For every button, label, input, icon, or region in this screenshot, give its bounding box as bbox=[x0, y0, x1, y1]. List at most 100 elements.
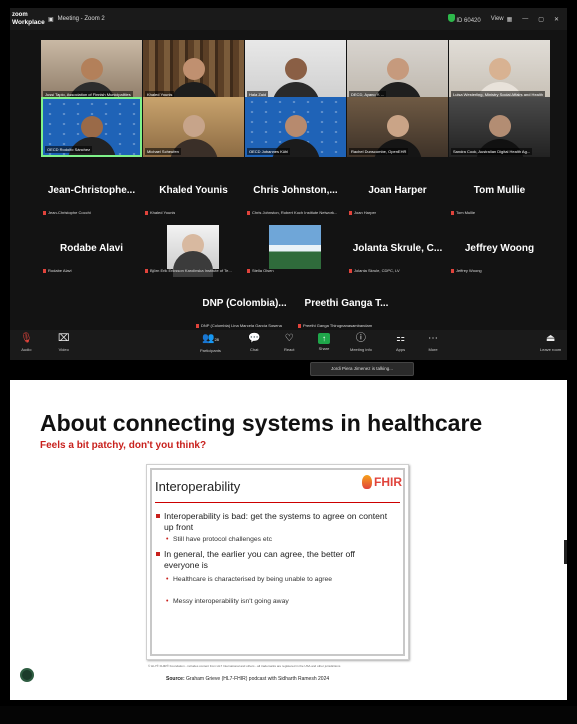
chat-button[interactable]: 💬 Chat bbox=[248, 333, 260, 352]
slide-source: Source: Graham Grieve (HL7-FHIR) podcast… bbox=[166, 676, 329, 682]
shield-icon bbox=[447, 14, 455, 22]
talking-indicator: Jordi Piera Jimenez is talking... bbox=[310, 362, 414, 376]
scrollbar[interactable] bbox=[564, 540, 567, 564]
logo-line-2: Workplace bbox=[12, 19, 45, 26]
share-button[interactable]: ↑ Share bbox=[318, 333, 330, 351]
participant-tile[interactable]: Rodabe Alavi Rodabe Alavi bbox=[41, 225, 142, 277]
participant-name: Rodabe Alavi bbox=[60, 243, 123, 254]
meeting-info-label: Meeting info bbox=[350, 347, 372, 352]
video-tile[interactable]: Hala Zaid bbox=[245, 40, 346, 100]
mic-muted-icon bbox=[247, 268, 250, 273]
video-tile[interactable]: Rachel Dunscombe, OpenEHR bbox=[347, 97, 448, 157]
logo-line-1: zoom bbox=[12, 12, 28, 18]
tile-name: OECD Rodolfo Sánchez bbox=[45, 146, 93, 153]
participant-name: Jolanta Skrule, C... bbox=[352, 243, 443, 254]
participant-name: Tom Mullie bbox=[473, 185, 526, 196]
video-tile[interactable]: Luisa Westerling, Ministry Social Affair… bbox=[449, 40, 550, 100]
participant-tile[interactable]: Tom Mullie Tom Mullie bbox=[449, 167, 550, 219]
meeting-toolbar: 🎙 Audio ⌧ Video 👥28 Participants 💬 Chat … bbox=[10, 330, 567, 360]
participant-tile[interactable]: Jean-Christophe... Jean-Christophe Cocch… bbox=[41, 167, 142, 219]
participants-count: 28 bbox=[214, 337, 219, 342]
leave-button[interactable]: ⏏ Leave room bbox=[540, 333, 561, 352]
participant-tile[interactable]: Khaled Younis Khaled Younis bbox=[143, 167, 244, 219]
camera-off-icon: ⌧ bbox=[58, 333, 70, 344]
mic-muted-icon bbox=[451, 210, 454, 215]
meeting-info-button[interactable]: ⓘ Meeting info bbox=[350, 333, 372, 352]
participant-fullname: Khaled Younis bbox=[150, 210, 176, 215]
profile-photo-landscape bbox=[269, 225, 321, 269]
apps-button[interactable]: ⚏ Apps bbox=[396, 333, 405, 352]
meeting-security[interactable]: ID 60420 bbox=[447, 14, 481, 24]
participants-label: Participants bbox=[200, 348, 221, 353]
close-icon[interactable]: ✕ bbox=[554, 16, 559, 23]
audio-button[interactable]: 🎙 Audio bbox=[20, 333, 33, 352]
participant-subline: Joan Harper bbox=[349, 210, 376, 215]
video-tile[interactable]: DECD, Ayano Y. ... bbox=[347, 40, 448, 100]
participant-name: Preethi Ganga T... bbox=[304, 298, 389, 309]
participant-tile[interactable]: Preethi Ganga T... Preethi Ganga Thirugn… bbox=[296, 280, 397, 332]
participant-head bbox=[488, 115, 511, 137]
sub-bullet-text: Still have protocol challenges etc bbox=[173, 536, 272, 543]
participant-fullname: Chris Johnston, Robert Koch Institute Ne… bbox=[252, 210, 338, 215]
view-button[interactable]: View ▦ bbox=[491, 16, 513, 23]
video-tile[interactable]: Khaled Younis bbox=[143, 40, 244, 100]
react-button[interactable]: ♡ React bbox=[284, 333, 294, 352]
shared-screen-slide: About connecting systems in healthcare F… bbox=[10, 380, 567, 700]
participant-head bbox=[386, 58, 409, 80]
participant-fullname: Jolanta Skrule, CDPC, LV bbox=[354, 268, 400, 273]
participant-subline: Jean-Christophe Cocchi bbox=[43, 210, 91, 215]
participant-tile[interactable]: Joan Harper Joan Harper bbox=[347, 167, 448, 219]
video-tile[interactable]: OECD Johannes Kühl bbox=[245, 97, 346, 157]
audio-label: Audio bbox=[21, 347, 32, 352]
participant-tile[interactable]: Stella Olsen bbox=[245, 225, 346, 277]
meeting-icon: ▣ bbox=[48, 16, 54, 23]
gallery-view: Jussi Tapio, Association of Finnish Muni… bbox=[10, 30, 567, 332]
participant-fullname: Joan Harper bbox=[354, 210, 377, 215]
share-label: Share bbox=[318, 346, 330, 351]
participant-subline: Khaled Younis bbox=[145, 210, 175, 215]
participant-head bbox=[488, 58, 511, 80]
maximize-icon[interactable]: ▢ bbox=[538, 16, 544, 23]
participant-tile[interactable]: Björn Erik Eriksson Karolinska Institute… bbox=[143, 225, 244, 277]
participant-head bbox=[182, 58, 205, 80]
bottom-strip bbox=[0, 706, 577, 724]
participant-subline: Björn Erik Eriksson Karolinska Institute… bbox=[145, 268, 232, 273]
source-text: Graham Grieve (HL7-FHIR) podcast with Si… bbox=[186, 676, 330, 682]
participant-subline: Stella Olsen bbox=[247, 268, 274, 273]
participant-name: Jeffrey Woong bbox=[464, 243, 535, 254]
video-tile-active-speaker[interactable]: OECD Rodolfo Sánchez bbox=[41, 97, 142, 157]
bullet-text: In general, the earlier you can agree, t… bbox=[164, 549, 355, 570]
bullet-item: In general, the earlier you can agree, t… bbox=[156, 549, 389, 571]
video-tile[interactable]: Sandra Cook, Australian Digital Health A… bbox=[449, 97, 550, 157]
participant-fullname: Preethi Ganga Thirugnanasambandam bbox=[303, 323, 373, 328]
participant-tile[interactable]: Jeffrey Woong Jeffrey Woong bbox=[449, 225, 550, 277]
video-button[interactable]: ⌧ Video bbox=[58, 333, 70, 352]
mic-muted-icon bbox=[451, 268, 454, 273]
sub-bullet-text: Healthcare is characterised by being una… bbox=[173, 576, 333, 583]
share-screen-icon: ↑ bbox=[318, 333, 330, 344]
participant-head bbox=[80, 58, 103, 80]
window-controls: ID 60420 View ▦ — ▢ ✕ bbox=[447, 14, 567, 24]
video-tile[interactable]: Michael Scheufen bbox=[143, 97, 244, 157]
mic-muted-icon: 🎙 bbox=[20, 333, 33, 344]
bullet-text: Interoperability is bad: get the systems… bbox=[164, 511, 388, 532]
presenter-avatar-dot[interactable] bbox=[20, 668, 34, 682]
apps-label: Apps bbox=[396, 347, 406, 352]
participants-button[interactable]: 👥28 Participants bbox=[200, 333, 221, 353]
more-button[interactable]: ⋯ More bbox=[428, 333, 438, 352]
flame-icon bbox=[362, 475, 372, 489]
participant-tile[interactable]: Chris Johnston,... Chris Johnston, Rober… bbox=[245, 167, 346, 219]
chat-icon: 💬 bbox=[248, 333, 261, 344]
participant-head bbox=[386, 115, 409, 137]
video-tile[interactable]: Jussi Tapio, Association of Finnish Muni… bbox=[41, 40, 142, 100]
title-bar: zoom Workplace ▣ Meeting - Zoom 2 ID 604… bbox=[10, 8, 567, 30]
embedded-slide-title: Interoperability bbox=[155, 479, 241, 494]
sub-bullet-item: Messy interoperability isn't going away bbox=[166, 597, 387, 606]
participant-head bbox=[284, 58, 307, 80]
chat-label: Chat bbox=[250, 347, 259, 352]
participant-head bbox=[182, 115, 205, 137]
participant-subline: Jolanta Skrule, CDPC, LV bbox=[349, 268, 400, 273]
participant-tile[interactable]: DNP (Colombia)... DNP (Colombia) Lina Ma… bbox=[194, 280, 295, 332]
minimize-icon[interactable]: — bbox=[522, 16, 528, 22]
participant-tile[interactable]: Jolanta Skrule, C... Jolanta Skrule, CDP… bbox=[347, 225, 448, 277]
